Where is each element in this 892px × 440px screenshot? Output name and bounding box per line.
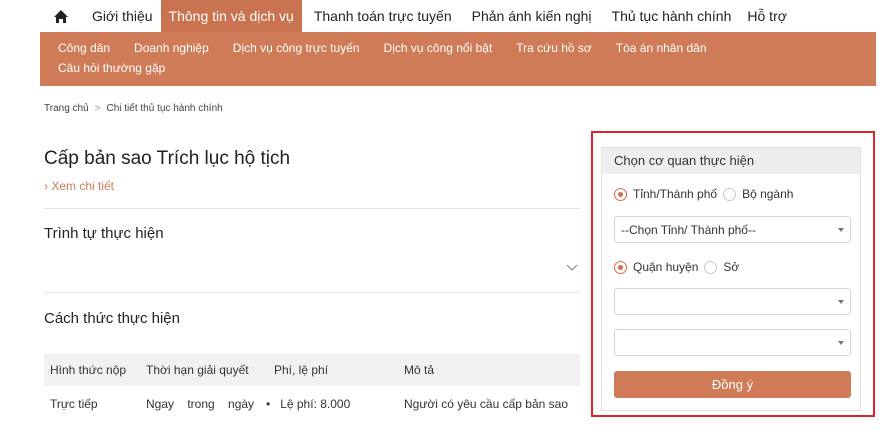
subnav-dich-vu-cong-noi-bat[interactable]: Dịch vụ công nổi bật	[384, 41, 493, 55]
subnav-toa-an[interactable]: Tòa án nhân dân	[616, 41, 707, 55]
home-icon[interactable]	[52, 7, 70, 25]
chevron-down-icon	[838, 228, 844, 232]
sub-nav: Công dân Doanh nghiệp Dịch vụ công trực …	[40, 32, 876, 86]
col-thoi-han: Thời hạn giải quyết	[146, 363, 249, 377]
section-cach-thuc: Cách thức thực hiện	[44, 310, 180, 327]
province-select[interactable]: --Chọn Tỉnh/ Thành phố--	[614, 216, 851, 243]
radio-label-bo-nganh: Bộ ngành	[742, 187, 794, 201]
radio-group-level: Tỉnh/Thành phố Bộ ngành	[614, 187, 799, 201]
radio-bo-nganh[interactable]	[723, 187, 737, 201]
district-select[interactable]	[614, 288, 851, 315]
nav-phan-anh[interactable]: Phản ánh kiến nghị	[464, 0, 600, 32]
radio-so[interactable]	[704, 260, 718, 274]
subnav-doanh-nghiep[interactable]: Doanh nghiệp	[134, 41, 209, 55]
col-hinh-thuc-nop: Hình thức nộp	[50, 363, 127, 377]
panel-title: Chọn cơ quan thực hiện	[602, 148, 860, 174]
breadcrumb-current: Chi tiết thủ tục hành chính	[106, 103, 223, 114]
nav-gioi-thieu[interactable]: Giới thiệu	[84, 0, 161, 32]
cell-mo-ta: Người có yêu cầu cấp bản sao	[404, 397, 568, 411]
divider	[44, 208, 580, 209]
chevron-down-icon	[838, 341, 844, 345]
subnav-tra-cuu-ho-so[interactable]: Tra cứu hồ sơ	[516, 41, 591, 55]
nav-thong-tin-dich-vu[interactable]: Thông tin và dịch vụ	[160, 0, 302, 32]
nav-ho-tro[interactable]: Hỗ trợ	[739, 0, 795, 32]
cell-phi: • Lệ phí: 8.000	[266, 397, 351, 411]
radio-label-tinh: Tỉnh/Thành phố	[633, 187, 718, 201]
breadcrumb-home[interactable]: Trang chủ	[44, 103, 89, 114]
chevron-down-icon	[838, 300, 844, 304]
subnav-dich-vu-cong-truc-tuyen[interactable]: Dịch vụ công trực tuyến	[233, 41, 360, 55]
cell-hinh-thuc: Trực tiếp	[50, 397, 98, 411]
subnav-cong-dan[interactable]: Công dân	[58, 41, 110, 55]
breadcrumb-separator: >	[94, 103, 101, 114]
agency-selector-panel: Chọn cơ quan thực hiện Tỉnh/Thành phố Bộ…	[601, 147, 861, 411]
radio-tinh-thanh-pho[interactable]	[614, 187, 627, 201]
col-phi-le-phi: Phí, lệ phí	[274, 363, 329, 377]
province-select-value: --Chọn Tỉnh/ Thành phố--	[621, 223, 756, 237]
col-mo-ta: Mô tả	[404, 363, 435, 377]
breadcrumb: Trang chủ > Chi tiết thủ tục hành chính	[44, 103, 223, 114]
page-title: Cấp bản sao Trích lục hộ tịch	[44, 148, 291, 169]
top-nav: Giới thiệu Thông tin và dịch vụ Thanh to…	[0, 0, 892, 32]
agency-select[interactable]	[614, 329, 851, 356]
nav-thu-tuc[interactable]: Thủ tục hành chính	[604, 0, 740, 32]
submit-button[interactable]: Đồng ý	[614, 371, 851, 398]
table-header: Hình thức nộp Thời hạn giải quyết Phí, l…	[44, 354, 580, 386]
content-fade	[44, 412, 580, 440]
cell-thoi-han: Ngay trong ngày	[146, 397, 255, 411]
divider	[44, 292, 580, 293]
section-trinh-tu[interactable]: Trình tự thực hiện	[44, 225, 164, 242]
chevron-down-icon[interactable]	[566, 262, 578, 272]
nav-thanh-toan[interactable]: Thanh toán trực tuyến	[306, 0, 460, 32]
subnav-cau-hoi[interactable]: Câu hỏi thường gặp	[58, 61, 165, 75]
radio-quan-huyen[interactable]	[614, 260, 627, 274]
view-details-link[interactable]: › Xem chi tiết	[44, 179, 114, 193]
radio-group-sub-level: Quận huyện Sở	[614, 260, 745, 274]
radio-label-quan-huyen: Quận huyện	[633, 260, 699, 274]
radio-label-so: Sở	[723, 260, 740, 274]
